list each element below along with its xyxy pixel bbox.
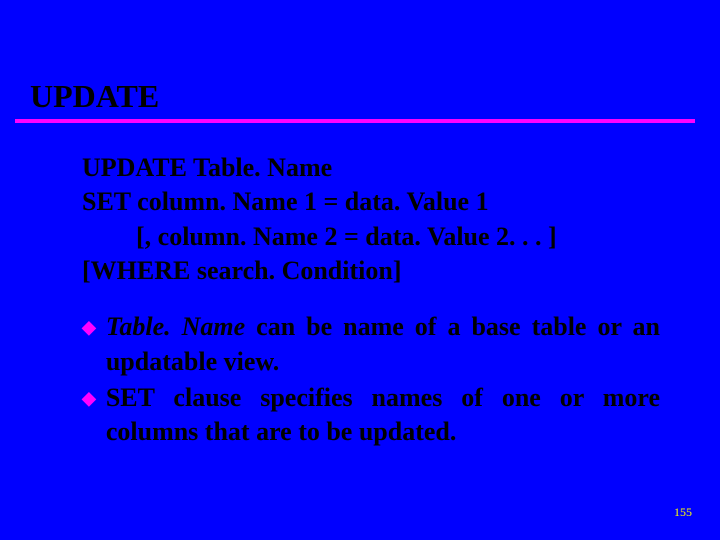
syntax-line-4: [WHERE search. Condition]: [82, 254, 680, 288]
syntax-line-3-text: [, column. Name 2 = data. Value 2. . . ]: [82, 220, 557, 254]
page-number: 155: [674, 505, 692, 520]
title-underline: [15, 119, 695, 123]
list-item: ◆ Table. Name can be name of a base tabl…: [82, 310, 660, 379]
bullet-rest: SET clause specifies names of one or mor…: [106, 383, 660, 446]
bullet-icon: ◆: [82, 316, 96, 340]
slide: UPDATE UPDATE Table. Name SET column. Na…: [0, 0, 720, 540]
syntax-line-2: SET column. Name 1 = data. Value 1: [82, 185, 680, 219]
bullet-lead-italic: Table. Name: [106, 312, 245, 341]
bullet-list: ◆ Table. Name can be name of a base tabl…: [82, 310, 680, 449]
list-item: ◆ SET clause specifies names of one or m…: [82, 381, 660, 450]
bullet-text-1: Table. Name can be name of a base table …: [106, 310, 660, 379]
bullet-icon: ◆: [82, 387, 96, 411]
bullet-text-2: SET clause specifies names of one or mor…: [106, 381, 660, 450]
slide-title: UPDATE: [30, 78, 680, 121]
syntax-line-1: UPDATE Table. Name: [82, 151, 680, 185]
syntax-block: UPDATE Table. Name SET column. Name 1 = …: [82, 151, 680, 288]
syntax-line-3: [, column. Name 2 = data. Value 2. . . ]: [82, 220, 680, 254]
